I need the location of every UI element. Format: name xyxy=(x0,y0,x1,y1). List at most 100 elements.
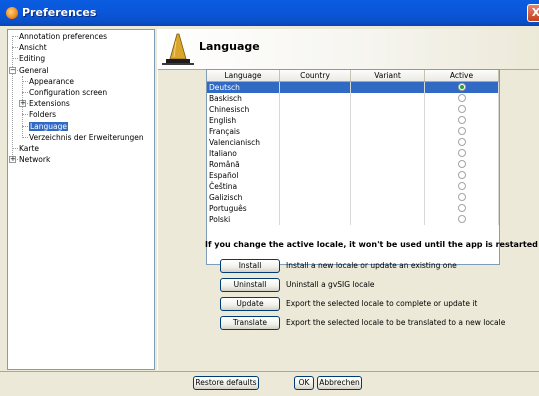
table-row[interactable]: English xyxy=(207,115,499,126)
cell-country xyxy=(280,181,351,192)
tree-connector xyxy=(22,80,28,82)
cell-active xyxy=(425,181,499,192)
window-title: Preferences xyxy=(22,6,97,19)
cell-country xyxy=(280,192,351,203)
active-radio[interactable] xyxy=(457,105,466,113)
update-button[interactable]: Update xyxy=(220,297,280,311)
active-radio[interactable] xyxy=(457,94,466,102)
active-radio[interactable] xyxy=(457,116,466,124)
title-bar: Preferences X xyxy=(0,0,539,26)
cell-variant xyxy=(351,214,425,225)
tree-item-general[interactable]: General xyxy=(19,65,49,76)
active-radio[interactable] xyxy=(457,127,466,135)
table-header: Language Country Variant Active xyxy=(207,70,499,82)
cell-variant xyxy=(351,181,425,192)
cell-variant xyxy=(351,104,425,115)
table-row[interactable]: Galizisch xyxy=(207,192,499,203)
cell-active xyxy=(425,82,499,93)
table-row[interactable]: Čeština xyxy=(207,181,499,192)
table-row[interactable]: Română xyxy=(207,159,499,170)
tree-item-extensions[interactable]: Extensions xyxy=(29,98,70,109)
tree-item-label: Configuration screen xyxy=(29,88,108,97)
active-radio[interactable] xyxy=(457,138,466,146)
tree-item-label: Extensions xyxy=(29,99,70,109)
cell-language: Chinesisch xyxy=(207,104,280,115)
active-radio[interactable] xyxy=(457,193,466,201)
app-icon xyxy=(6,7,18,19)
cell-language: Português xyxy=(207,203,280,214)
collapse-icon[interactable]: − xyxy=(9,66,16,74)
column-header-language[interactable]: Language xyxy=(207,70,280,81)
cell-country xyxy=(280,137,351,148)
tree-item-ansicht[interactable]: Ansicht xyxy=(19,42,47,53)
table-row[interactable]: Valencianisch xyxy=(207,137,499,148)
active-radio[interactable] xyxy=(457,215,466,223)
restore-defaults-button[interactable]: Restore defaults xyxy=(193,376,259,390)
uninstall-button[interactable]: Uninstall xyxy=(220,278,280,292)
tree-item-label: Ansicht xyxy=(19,43,47,53)
active-radio[interactable] xyxy=(457,160,466,168)
update-description: Export the selected locale to complete o… xyxy=(286,299,478,308)
cell-language: Italiano xyxy=(207,148,280,159)
table-row[interactable]: Português xyxy=(207,203,499,214)
cell-language: Español xyxy=(207,170,280,181)
table-row[interactable]: Italiano xyxy=(207,148,499,159)
active-radio[interactable] xyxy=(457,182,466,190)
tree-item-network[interactable]: Network xyxy=(19,154,50,165)
cell-country xyxy=(280,214,351,225)
cell-active xyxy=(425,159,499,170)
active-radio[interactable] xyxy=(457,171,466,179)
tree-item-appearance[interactable]: Appearance xyxy=(29,76,74,87)
tree-connector xyxy=(12,58,18,60)
column-header-active[interactable]: Active xyxy=(425,70,499,81)
tree-connector xyxy=(12,47,18,49)
tree-item-folders[interactable]: Folders xyxy=(29,109,56,120)
cell-active xyxy=(425,192,499,203)
cell-language: Čeština xyxy=(207,181,280,192)
tree-item-label: General xyxy=(19,65,49,75)
cell-variant xyxy=(351,148,425,159)
restart-notice: If you change the active locale, it won'… xyxy=(205,240,538,249)
table-row[interactable]: Polski xyxy=(207,214,499,225)
table-row[interactable]: Baskisch xyxy=(207,93,499,104)
tree-item-annotation-preferences[interactable]: Annotation preferences xyxy=(19,31,107,42)
tree-item-karte[interactable]: Karte xyxy=(19,143,39,154)
table-row[interactable]: Deutsch xyxy=(207,82,499,93)
cell-country xyxy=(280,104,351,115)
preferences-tree[interactable]: Annotation preferences Ansicht Editing − Gen… xyxy=(7,29,155,370)
table-body: Deutsch Baskisch Chinesisch English Français… xyxy=(207,82,499,225)
expand-icon[interactable]: + xyxy=(9,156,16,164)
table-row[interactable]: Chinesisch xyxy=(207,104,499,115)
tree-item-label: Editing xyxy=(19,54,46,64)
active-radio[interactable] xyxy=(457,149,466,157)
tree-item-language[interactable]: Language xyxy=(29,121,69,132)
tree-connector xyxy=(22,136,28,138)
dialog-footer: Restore defaults OK Abbrechen xyxy=(0,371,539,396)
tree-item-label: Language xyxy=(29,121,69,131)
tree-item-verzeichnis-der-erweiterungen[interactable]: Verzeichnis der Erweiterungen xyxy=(29,132,144,143)
active-radio[interactable] xyxy=(457,83,466,91)
tree-item-label: Network xyxy=(19,155,51,165)
table-row[interactable]: Français xyxy=(207,126,499,137)
translate-button[interactable]: Translate xyxy=(220,316,280,330)
cell-language: Galizisch xyxy=(207,192,280,203)
table-row[interactable]: Español xyxy=(207,170,499,181)
cell-active xyxy=(425,170,499,181)
language-table[interactable]: Language Country Variant Active Deutsch B… xyxy=(206,69,500,265)
close-button[interactable]: X xyxy=(527,4,539,22)
tree-connector xyxy=(22,114,28,116)
tree-item-editing[interactable]: Editing xyxy=(19,53,45,64)
cell-country xyxy=(280,203,351,214)
install-button[interactable]: Install xyxy=(220,259,280,273)
cell-language: Français xyxy=(207,126,280,137)
expand-icon[interactable]: + xyxy=(19,100,26,108)
active-radio[interactable] xyxy=(457,204,466,212)
cell-country xyxy=(280,159,351,170)
ok-button[interactable]: OK xyxy=(294,376,314,390)
column-header-variant[interactable]: Variant xyxy=(351,70,425,81)
column-header-country[interactable]: Country xyxy=(280,70,351,81)
tree-item-configuration-screen[interactable]: Configuration screen xyxy=(29,87,107,98)
panel-header: Language xyxy=(158,29,539,70)
cancel-button[interactable]: Abbrechen xyxy=(317,376,362,390)
install-description: Install a new locale or update an existi… xyxy=(286,261,457,270)
